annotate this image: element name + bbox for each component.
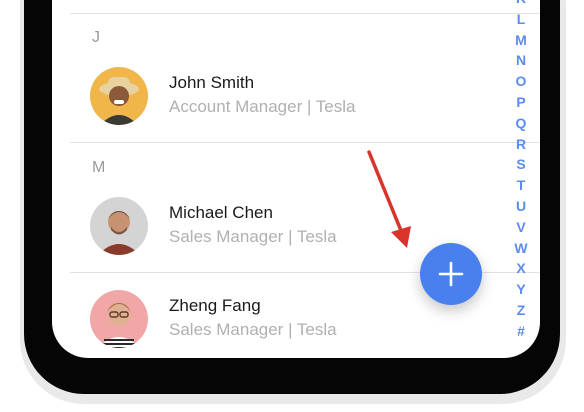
index-letter[interactable]: Z <box>517 300 526 321</box>
index-letter[interactable]: T <box>517 175 526 196</box>
divider <box>70 142 540 143</box>
avatar <box>90 197 148 255</box>
index-letter[interactable]: U <box>516 196 526 217</box>
index-letter[interactable]: L <box>517 9 526 30</box>
contacts-screen: J John Smith Account Manager | Tesla M M… <box>52 0 540 358</box>
section-header-m: M <box>92 159 106 176</box>
avatar <box>90 67 148 125</box>
contact-name: John Smith <box>169 73 255 92</box>
index-letter[interactable]: Y <box>516 279 525 300</box>
contact-john-smith[interactable]: John Smith Account Manager | Tesla <box>90 65 470 127</box>
avatar <box>90 290 148 348</box>
alphabet-index[interactable]: KLMNOPQRSTUVWXYZ# <box>508 0 534 342</box>
index-letter[interactable]: M <box>515 30 527 51</box>
index-letter[interactable]: Q <box>516 113 527 134</box>
add-contact-button[interactable] <box>420 243 482 305</box>
index-letter[interactable]: S <box>516 154 525 175</box>
index-letter[interactable]: O <box>516 71 527 92</box>
divider <box>70 13 540 14</box>
section-header-j: J <box>92 29 100 46</box>
index-letter[interactable]: R <box>516 134 526 155</box>
index-letter[interactable]: K <box>516 0 526 9</box>
contact-name: Zheng Fang <box>169 296 261 315</box>
index-letter[interactable]: V <box>516 217 525 238</box>
contact-subtitle: Sales Manager | Tesla <box>169 320 337 339</box>
index-letter[interactable]: W <box>514 238 527 259</box>
contact-subtitle: Sales Manager | Tesla <box>169 227 337 246</box>
red-arrow-icon <box>367 150 411 248</box>
contact-subtitle: Account Manager | Tesla <box>169 97 356 116</box>
index-letter[interactable]: # <box>517 321 525 342</box>
contact-zheng-fang[interactable]: Zheng Fang Sales Manager | Tesla <box>90 288 470 350</box>
contact-name: Michael Chen <box>169 203 273 222</box>
index-letter[interactable]: X <box>516 258 525 279</box>
index-letter[interactable]: P <box>516 92 525 113</box>
index-letter[interactable]: N <box>516 50 526 71</box>
plus-icon <box>438 261 464 287</box>
